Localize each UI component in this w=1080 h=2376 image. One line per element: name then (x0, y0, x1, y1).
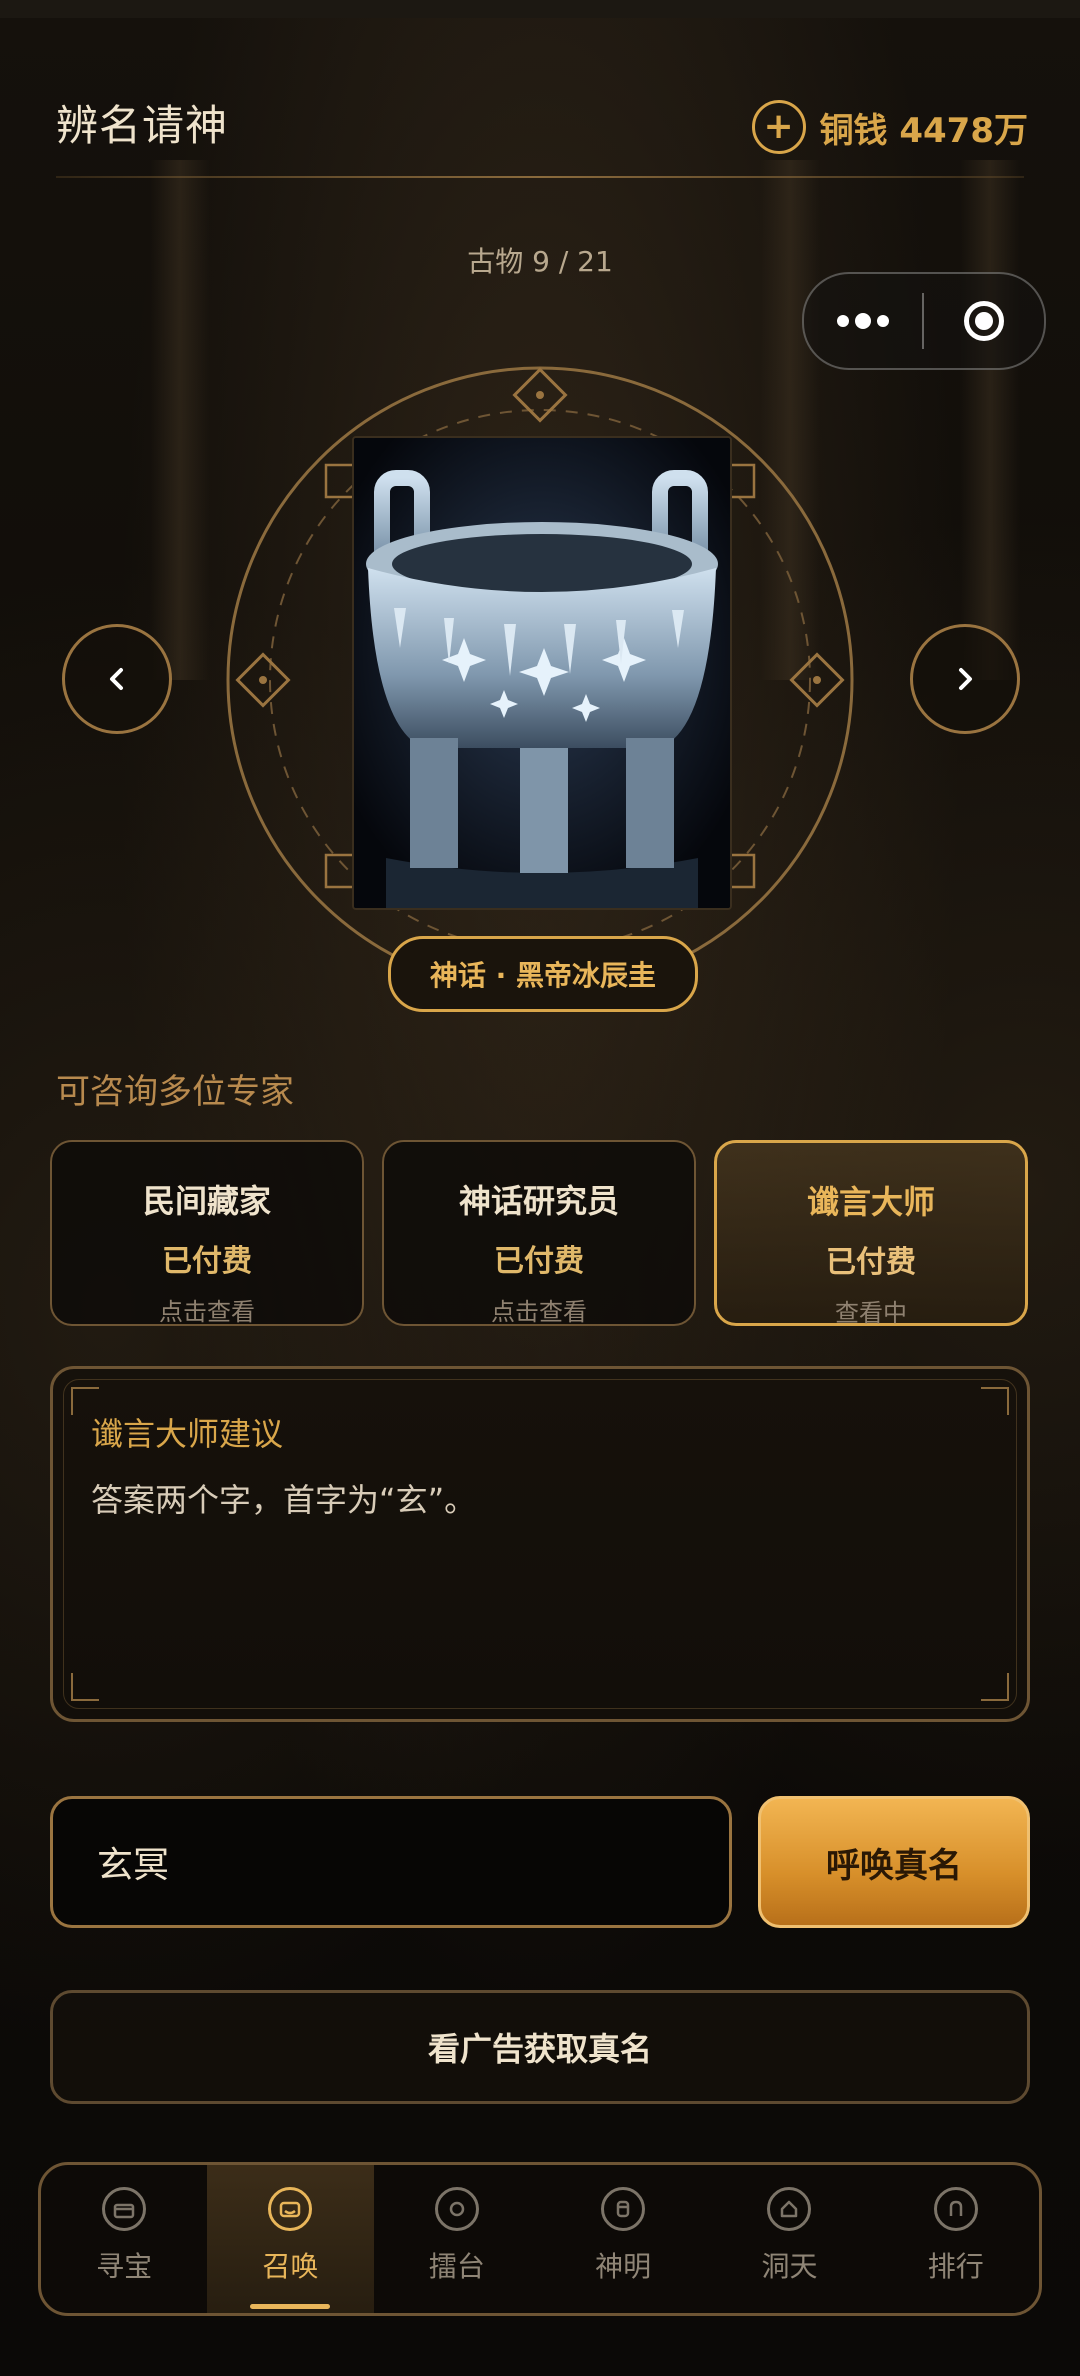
coin-balance: + 铜钱 4478万 (751, 100, 1028, 154)
expert-name: 谶言大师 (806, 1183, 935, 1221)
artifact-name-badge: 神话 · 黑帝冰辰圭 (388, 936, 698, 1012)
tab-summon[interactable]: 召唤 (207, 2165, 374, 2313)
tab-label: 排行 (927, 2250, 984, 2283)
experts-label: 可咨询多位专家 (56, 1072, 294, 1112)
watch-ad-button[interactable]: 看广告获取真名 (50, 1990, 1030, 2104)
next-artifact-button[interactable] (910, 624, 1020, 734)
active-tab-indicator (250, 2304, 331, 2309)
coin-amount: 铜钱 4478万 (819, 110, 1028, 151)
tab-label: 擂台 (428, 2250, 485, 2283)
expert-hint: 点击查看 (491, 1298, 587, 1326)
rank-icon (933, 2187, 978, 2231)
tab-cave[interactable]: 洞天 (706, 2165, 872, 2313)
tab-label: 洞天 (761, 2250, 818, 2283)
expert-hint: 查看中 (835, 1299, 907, 1327)
watch-ad-label: 看广告获取真名 (427, 2030, 652, 2068)
status-strip (0, 0, 1080, 18)
expert-card-folk-collector[interactable]: 民间藏家 已付费 点击查看 (50, 1140, 364, 1326)
summon-name-button[interactable]: 呼唤真名 (758, 1796, 1030, 1928)
bottom-tabbar: 寻宝 召唤 擂台 神明 洞天 排行 (38, 2162, 1042, 2316)
home-icon (767, 2187, 812, 2231)
frame-corner (981, 1387, 1009, 1415)
expert-status: 已付费 (826, 1245, 916, 1280)
expert-hint: 点击查看 (159, 1298, 255, 1326)
expert-status: 已付费 (162, 1244, 252, 1279)
advice-panel: 谶言大师建议 答案两个字，首字为“玄”。 (50, 1366, 1030, 1722)
header-divider (56, 176, 1024, 178)
expert-status: 已付费 (494, 1244, 584, 1279)
advice-text: 答案两个字，首字为“玄”。 (91, 1481, 477, 1519)
tab-label: 召唤 (262, 2250, 319, 2283)
expert-name: 神话研究员 (458, 1182, 619, 1220)
tab-label: 寻宝 (96, 2250, 153, 2283)
chevron-right-icon (959, 668, 972, 690)
tab-arena[interactable]: 擂台 (374, 2165, 540, 2313)
tab-rank[interactable]: 排行 (873, 2165, 1039, 2313)
answer-input[interactable] (50, 1796, 732, 1928)
plus-circle-icon[interactable]: + (751, 100, 806, 154)
treasure-icon (102, 2187, 147, 2231)
tab-deity[interactable]: 神明 (540, 2165, 706, 2313)
more-icon[interactable] (804, 313, 922, 329)
page-title: 辨名请神 (56, 101, 229, 150)
artifact-image (352, 436, 732, 910)
tab-label: 神明 (595, 2250, 652, 2283)
bg-pillar (150, 160, 210, 680)
arena-icon (434, 2187, 479, 2231)
chevron-left-icon (110, 668, 123, 690)
tab-treasure[interactable]: 寻宝 (41, 2165, 207, 2313)
summon-icon (268, 2187, 313, 2231)
bg-pillar (960, 160, 1020, 680)
expert-name: 民间藏家 (142, 1182, 271, 1220)
frame-corner (981, 1673, 1009, 1701)
close-target-icon[interactable] (924, 301, 1044, 341)
deity-icon (601, 2187, 646, 2231)
expert-card-myth-researcher[interactable]: 神话研究员 已付费 点击查看 (382, 1140, 696, 1326)
prev-artifact-button[interactable] (62, 624, 172, 734)
advice-title: 谶言大师建议 (91, 1415, 284, 1453)
frame-corner (71, 1673, 99, 1701)
expert-card-prophecy-master[interactable]: 谶言大师 已付费 查看中 (714, 1140, 1028, 1327)
